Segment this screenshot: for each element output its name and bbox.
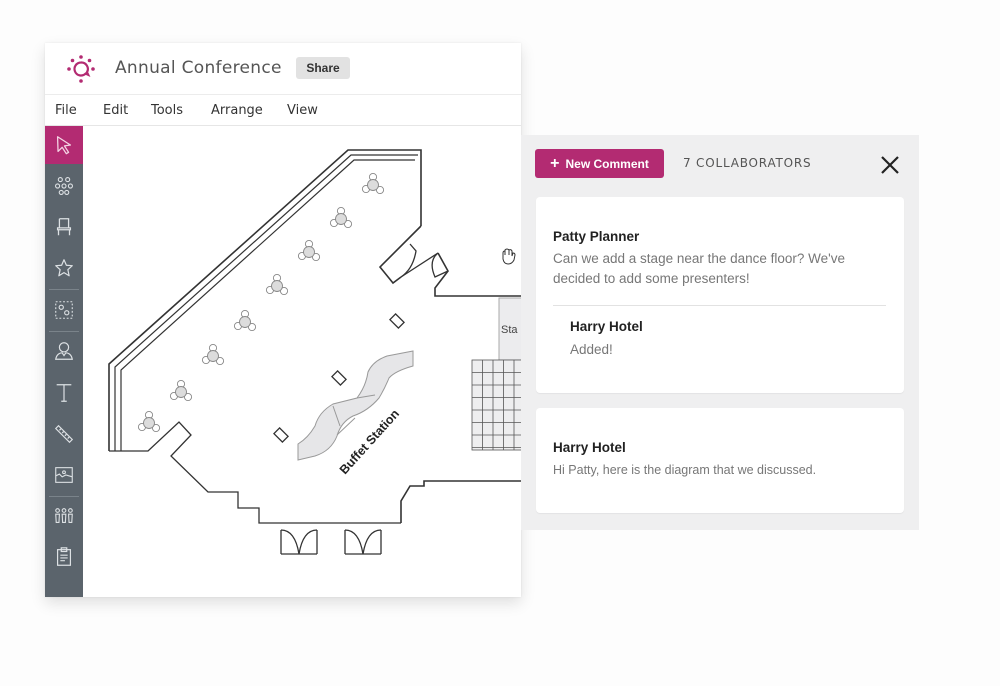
tool-group[interactable] bbox=[45, 291, 83, 329]
wall-outer bbox=[108, 149, 422, 451]
reply-divider bbox=[553, 305, 886, 306]
tool-favorites[interactable] bbox=[45, 249, 83, 287]
app-window: Annual Conference Share File Edit Tools … bbox=[45, 43, 521, 597]
image-floorplan-icon bbox=[55, 467, 73, 483]
cocktail-table[interactable] bbox=[331, 370, 347, 386]
table-top bbox=[335, 213, 347, 225]
collaborators-count[interactable]: 7 COLLABORATORS bbox=[683, 156, 811, 170]
new-comment-label: New Comment bbox=[565, 156, 649, 171]
document-title: Annual Conference bbox=[115, 58, 282, 78]
menu-bar: File Edit Tools Arrange View bbox=[45, 96, 521, 126]
plus-icon: + bbox=[550, 154, 560, 172]
table-top bbox=[367, 179, 379, 191]
tool-sidebar bbox=[45, 126, 83, 597]
round-table[interactable] bbox=[233, 309, 257, 332]
menu-arrange[interactable]: Arrange bbox=[211, 103, 263, 118]
group-selection-icon bbox=[55, 301, 73, 319]
round-table[interactable] bbox=[329, 206, 353, 229]
tool-background[interactable] bbox=[45, 456, 83, 494]
cocktail-table[interactable] bbox=[389, 313, 405, 329]
comment-thread[interactable]: Patty Planner Can we add a stage near th… bbox=[536, 197, 904, 393]
round-table[interactable] bbox=[201, 343, 225, 366]
person-pin-icon bbox=[55, 342, 73, 360]
stage-label: Sta bbox=[501, 324, 518, 336]
round-table[interactable] bbox=[169, 379, 193, 402]
comment-text-line: decided to add some presenters! bbox=[553, 271, 750, 286]
door-bottom bbox=[280, 529, 382, 555]
comment-text: Hi Patty, here is the diagram that we di… bbox=[553, 463, 817, 477]
round-table[interactable] bbox=[265, 273, 289, 296]
round-table[interactable] bbox=[137, 410, 161, 433]
app-logo-icon[interactable] bbox=[65, 53, 97, 85]
tool-guests[interactable] bbox=[45, 497, 83, 535]
share-button[interactable]: Share bbox=[296, 57, 350, 79]
door-double-right bbox=[400, 243, 449, 278]
text-icon bbox=[56, 384, 72, 402]
round-table[interactable] bbox=[297, 239, 321, 262]
new-comment-button[interactable]: + New Comment bbox=[535, 149, 664, 178]
tool-tables[interactable] bbox=[45, 167, 83, 205]
dance-floor[interactable] bbox=[471, 359, 521, 451]
clipboard-icon bbox=[56, 547, 72, 566]
tool-measure[interactable] bbox=[45, 415, 83, 453]
table-top bbox=[143, 417, 155, 429]
cursor-arrow-icon bbox=[56, 136, 72, 155]
reply-author: Harry Hotel bbox=[570, 319, 643, 334]
wall-bottom-right bbox=[400, 480, 521, 523]
close-icon[interactable] bbox=[878, 153, 902, 177]
table-top bbox=[175, 386, 187, 398]
cocktail-table[interactable] bbox=[273, 427, 289, 443]
comments-panel: + New Comment 7 COLLABORATORS Patty Plan… bbox=[521, 135, 919, 530]
tool-notes[interactable] bbox=[45, 538, 83, 576]
round-tables-icon bbox=[55, 177, 73, 195]
table-top bbox=[239, 316, 251, 328]
table-top bbox=[271, 280, 283, 292]
hand-grab-icon bbox=[502, 248, 516, 265]
people-group-icon bbox=[55, 508, 73, 523]
floorplan-drawing: Sta Buffet Station bbox=[108, 149, 521, 555]
ruler-icon bbox=[54, 424, 74, 444]
comment-author: Harry Hotel bbox=[553, 440, 626, 455]
floorplan-canvas[interactable]: Sta Buffet Station bbox=[83, 126, 521, 597]
comment-thread[interactable]: Harry Hotel Hi Patty, here is the diagra… bbox=[536, 408, 904, 513]
table-top bbox=[303, 246, 315, 258]
menu-edit[interactable]: Edit bbox=[103, 103, 128, 118]
toolbar-separator bbox=[49, 289, 79, 290]
reply-text: Added! bbox=[570, 342, 613, 357]
menu-view[interactable]: View bbox=[287, 103, 318, 118]
round-table[interactable] bbox=[361, 172, 385, 195]
menu-tools[interactable]: Tools bbox=[151, 103, 183, 118]
star-icon bbox=[55, 259, 73, 277]
chair-icon bbox=[56, 218, 72, 236]
comment-author: Patty Planner bbox=[553, 229, 640, 244]
menu-file[interactable]: File bbox=[55, 103, 77, 118]
comment-text-line: Can we add a stage near the dance floor?… bbox=[553, 251, 846, 266]
title-bar: Annual Conference Share bbox=[45, 43, 521, 95]
tool-select[interactable] bbox=[45, 126, 83, 164]
buffet-station[interactable] bbox=[297, 350, 414, 461]
tool-text[interactable] bbox=[45, 374, 83, 412]
tool-chairs[interactable] bbox=[45, 208, 83, 246]
table-top bbox=[207, 350, 219, 362]
tool-attendees[interactable] bbox=[45, 332, 83, 370]
